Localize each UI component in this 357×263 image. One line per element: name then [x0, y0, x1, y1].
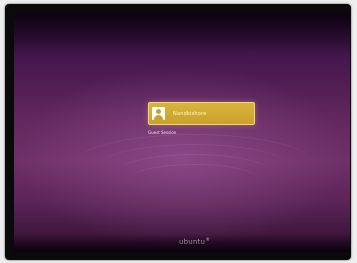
- user-login-entry[interactable]: Nandkishore: [148, 102, 255, 125]
- user-avatar-icon: [152, 107, 165, 120]
- screen-top-shade: [14, 14, 350, 54]
- guest-session-option[interactable]: Guest Session: [148, 130, 176, 135]
- avatar-head: [156, 109, 161, 114]
- avatar-shoulders: [154, 115, 163, 120]
- login-screen: Nandkishore Guest Session ubuntu®: [14, 14, 350, 252]
- photo-background: Nandkishore Guest Session ubuntu®: [0, 0, 357, 263]
- background-wave: [129, 164, 259, 195]
- screen-bottom-shade: [14, 234, 350, 252]
- user-name-label: Nandkishore: [173, 110, 207, 117]
- monitor-bezel: Nandkishore Guest Session ubuntu®: [5, 4, 351, 260]
